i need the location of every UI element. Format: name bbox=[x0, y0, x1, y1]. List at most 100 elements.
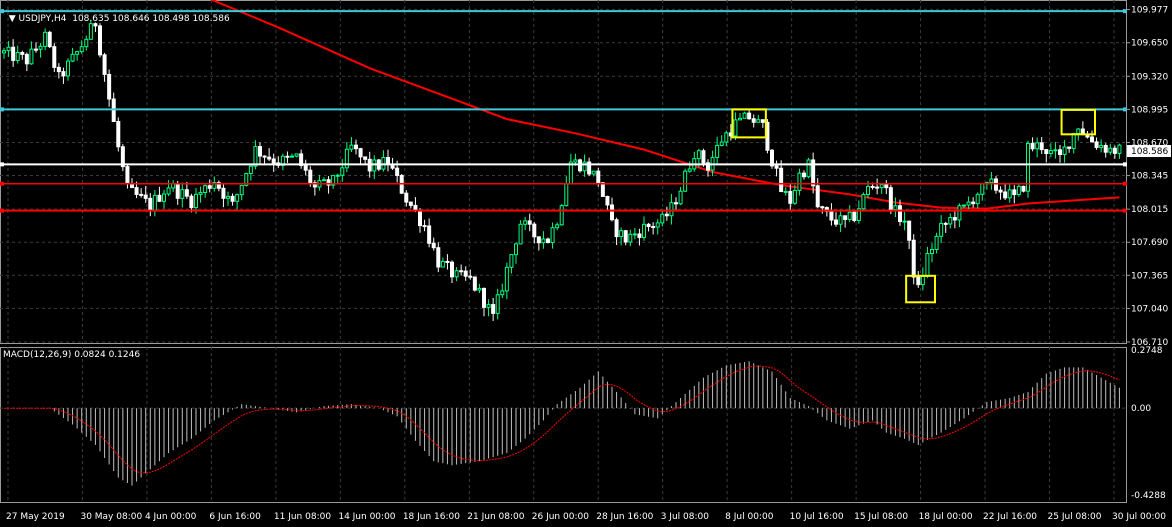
candle-body bbox=[733, 119, 738, 137]
candle-body bbox=[11, 46, 16, 61]
candle-body bbox=[642, 223, 646, 238]
candle-body bbox=[75, 51, 80, 55]
candle-body bbox=[308, 169, 313, 184]
macd-tick-label: 0.2748 bbox=[1131, 346, 1163, 356]
level-marker bbox=[0, 208, 4, 213]
candle-body bbox=[248, 165, 253, 175]
candle-body bbox=[715, 144, 720, 158]
candle-body bbox=[989, 178, 994, 184]
candle-body bbox=[1030, 142, 1035, 150]
candle-body bbox=[646, 223, 651, 227]
candle-body bbox=[386, 157, 390, 165]
candle-body bbox=[779, 167, 784, 192]
date-tick-label: 3 Jul 08:00 bbox=[661, 512, 710, 522]
candle-body bbox=[422, 225, 427, 228]
candle-body bbox=[88, 23, 93, 40]
candle-body bbox=[559, 205, 564, 226]
candle-body bbox=[898, 205, 902, 222]
dropdown-triangle-icon[interactable]: ▼ bbox=[9, 14, 19, 24]
candle-body bbox=[1071, 132, 1076, 149]
date-tick-label: 14 Jun 00:00 bbox=[338, 512, 395, 522]
candle-body bbox=[363, 156, 368, 160]
macd-tick-label: 0.00 bbox=[1131, 404, 1151, 414]
candle-body bbox=[372, 159, 377, 172]
macd-signal-line bbox=[4, 365, 1120, 474]
date-tick-label: 10 Jul 16:00 bbox=[790, 512, 844, 522]
candle-body bbox=[980, 183, 985, 195]
candle-body bbox=[546, 238, 550, 244]
level-marker bbox=[0, 162, 4, 167]
candle-body bbox=[747, 112, 752, 120]
candle-body bbox=[47, 31, 52, 48]
candle-body bbox=[43, 31, 48, 47]
candle-body bbox=[875, 186, 880, 189]
candle-body bbox=[271, 158, 276, 164]
price-chart[interactable]: 109.977109.650109.320108.995108.670108.3… bbox=[0, 0, 1172, 527]
candle-body bbox=[664, 213, 669, 217]
candle-body bbox=[879, 184, 884, 189]
candle-body bbox=[564, 183, 569, 207]
candle-body bbox=[454, 270, 459, 278]
macd-header: MACD(12,26,9) 0.0824 0.1246 bbox=[3, 350, 141, 360]
candle-body bbox=[79, 46, 84, 53]
candle-body bbox=[198, 192, 203, 195]
candle-body bbox=[66, 60, 70, 77]
candle-body bbox=[920, 275, 925, 286]
candle-body bbox=[916, 276, 921, 286]
candle-body bbox=[427, 225, 432, 244]
axes: 109.977109.650109.320108.995108.670108.3… bbox=[6, 5, 1171, 522]
candle-body bbox=[774, 165, 779, 169]
candle-body bbox=[994, 178, 998, 191]
candle-body bbox=[962, 204, 966, 207]
candle-body bbox=[555, 224, 560, 229]
candle-body bbox=[463, 270, 468, 277]
current-price-label: 108.586 bbox=[1131, 147, 1168, 157]
candle-body bbox=[15, 52, 20, 61]
candle-body bbox=[450, 261, 454, 278]
candle-body bbox=[413, 204, 418, 211]
candle-body bbox=[619, 230, 624, 238]
candle-body bbox=[440, 260, 445, 268]
candle-body bbox=[1039, 142, 1044, 151]
candle-body bbox=[514, 243, 518, 256]
candle-body bbox=[139, 193, 144, 196]
candle-body bbox=[802, 172, 806, 178]
candle-body bbox=[52, 46, 57, 68]
macd-tick-label: -0.4288 bbox=[1131, 491, 1166, 501]
candle-body bbox=[395, 167, 400, 176]
candle-body bbox=[500, 290, 505, 296]
main-panel-frame bbox=[0, 0, 1127, 344]
candle-body bbox=[38, 45, 43, 50]
candle-body bbox=[1117, 144, 1122, 154]
date-tick-label: 22 Jul 16:00 bbox=[983, 512, 1037, 522]
date-tick-label: 8 Jul 00:00 bbox=[725, 512, 774, 522]
candle-body bbox=[870, 185, 875, 188]
candle-body bbox=[29, 48, 34, 65]
candle-body bbox=[907, 220, 912, 241]
candle-body bbox=[911, 239, 916, 278]
candle-body bbox=[674, 202, 678, 205]
candle-body bbox=[866, 185, 870, 195]
candle-body bbox=[1003, 191, 1008, 199]
candle-body bbox=[861, 193, 866, 210]
candle-body bbox=[175, 183, 180, 199]
candle-body bbox=[678, 190, 683, 205]
candle-body bbox=[701, 150, 706, 164]
candle-body bbox=[262, 155, 267, 158]
candle-body bbox=[1021, 185, 1026, 192]
date-tick-label: 18 Jun 16:00 bbox=[403, 512, 460, 522]
candle-body bbox=[651, 225, 656, 228]
price-tick-label: 107.365 bbox=[1131, 271, 1168, 281]
candle-body bbox=[952, 217, 957, 221]
candle-body bbox=[852, 211, 857, 222]
candle-body bbox=[335, 174, 340, 177]
candle-body bbox=[1090, 136, 1094, 143]
candle-body bbox=[294, 153, 299, 157]
level-marker bbox=[1123, 162, 1127, 167]
candle-body bbox=[847, 211, 852, 220]
candle-body bbox=[180, 189, 185, 199]
symbol-ohlc: USDJPY,H4 108.635 108.646 108.498 108.58… bbox=[18, 14, 230, 24]
candle-body bbox=[1058, 149, 1062, 155]
candle-body bbox=[468, 275, 473, 278]
price-tick-label: 108.015 bbox=[1131, 205, 1168, 215]
